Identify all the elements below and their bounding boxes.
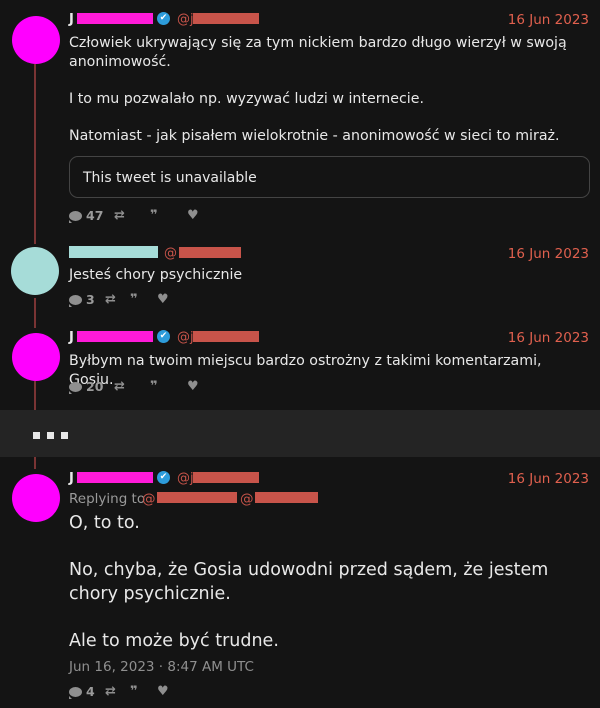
tweet-text: Człowiek ukrywający się za tym nickiem b… <box>69 34 589 145</box>
redacted-display-name <box>77 331 153 342</box>
reply-button[interactable]: 4 <box>69 684 95 699</box>
verified-badge-icon: ✔ <box>157 12 170 25</box>
redacted-handle <box>179 247 241 258</box>
replying-to: Replying to @ @ <box>69 491 318 507</box>
verified-badge-icon: ✔ <box>157 471 170 484</box>
verified-badge-icon: ✔ <box>157 330 170 343</box>
replying-handle[interactable]: @ <box>240 491 254 507</box>
tweet-date[interactable]: 16 Jun 2023 <box>508 471 589 487</box>
tweet-paragraph: O, to to. <box>69 513 140 533</box>
redacted-handle <box>193 331 259 342</box>
reply-button[interactable]: 20 <box>69 379 103 394</box>
thread-line <box>34 457 36 469</box>
reply-count: 47 <box>86 208 104 223</box>
redacted-handle <box>255 492 318 503</box>
reply-count: 3 <box>86 292 95 307</box>
redacted-handle <box>157 492 237 503</box>
tweet-paragraph: Byłbym na twoim miejscu bardzo ostrożny … <box>69 353 542 388</box>
comment-bubble-icon <box>69 210 82 223</box>
display-name-initial[interactable]: J <box>69 471 74 486</box>
avatar[interactable] <box>12 474 60 522</box>
tweet-text: O, to to. No, chyba, że Gosia udowodni p… <box>69 512 589 653</box>
comment-bubble-icon <box>69 294 82 307</box>
tweet-text: Byłbym na twoim miejscu bardzo ostrożny … <box>69 352 589 389</box>
replying-label: Replying to <box>69 491 146 507</box>
retweet-icon[interactable]: ⇄ <box>114 208 125 223</box>
tweet-timestamp[interactable]: Jun 16, 2023 · 8:47 AM UTC <box>69 659 254 675</box>
handle[interactable]: @j <box>177 12 194 27</box>
redacted-display-name <box>69 246 158 258</box>
redacted-handle <box>193 472 259 483</box>
heart-icon[interactable]: ♥ <box>157 684 169 699</box>
retweet-icon[interactable]: ⇄ <box>114 379 125 394</box>
thread-line <box>34 64 36 244</box>
reply-count: 20 <box>86 379 104 394</box>
comment-bubble-icon <box>69 686 82 699</box>
heart-icon[interactable]: ♥ <box>157 292 169 307</box>
retweet-icon[interactable]: ⇄ <box>105 292 116 307</box>
show-more-replies[interactable] <box>0 410 600 457</box>
handle[interactable]: @ <box>164 246 177 261</box>
avatar[interactable] <box>12 16 60 64</box>
tweet-date[interactable]: 16 Jun 2023 <box>508 330 589 346</box>
reply-count: 4 <box>86 684 95 699</box>
avatar[interactable] <box>11 247 59 295</box>
comment-bubble-icon <box>69 381 82 394</box>
tweet-text: Jesteś chory psychicznie <box>69 266 589 285</box>
tweet-paragraph: Natomiast - jak pisałem wielokrotnie - a… <box>69 127 560 144</box>
heart-icon[interactable]: ♥ <box>187 208 199 223</box>
quoted-tweet-text: This tweet is unavailable <box>83 170 257 186</box>
thread-line <box>34 298 36 328</box>
tweet-paragraph: No, chyba, że Gosia udowodni przed sądem… <box>69 560 549 604</box>
tweet-date[interactable]: 16 Jun 2023 <box>508 246 589 262</box>
reply-button[interactable]: 47 <box>69 208 103 223</box>
quote-icon[interactable]: ❞ <box>130 684 138 699</box>
redacted-display-name <box>77 472 153 483</box>
redacted-display-name <box>77 13 153 24</box>
quote-icon[interactable]: ❞ <box>130 292 138 307</box>
redacted-handle <box>193 13 259 24</box>
thread-line <box>34 381 36 410</box>
reply-button[interactable]: 3 <box>69 292 95 307</box>
tweet-paragraph: I to mu pozwalało np. wyzywać ludzi w in… <box>69 90 424 107</box>
replying-handle[interactable]: @ <box>142 491 156 507</box>
heart-icon[interactable]: ♥ <box>187 379 199 394</box>
avatar[interactable] <box>12 333 60 381</box>
retweet-icon[interactable]: ⇄ <box>105 684 116 699</box>
quoted-tweet-card[interactable]: This tweet is unavailable <box>69 156 590 198</box>
handle[interactable]: @j <box>177 330 194 345</box>
handle[interactable]: @j <box>177 471 194 486</box>
quote-icon[interactable]: ❞ <box>150 379 158 394</box>
quote-icon[interactable]: ❞ <box>150 208 158 223</box>
more-dots-icon[interactable] <box>33 432 68 439</box>
display-name-initial[interactable]: J <box>69 12 74 27</box>
tweet-date[interactable]: 16 Jun 2023 <box>508 12 589 28</box>
tweet-paragraph: Człowiek ukrywający się za tym nickiem b… <box>69 35 567 70</box>
tweet-paragraph: Ale to może być trudne. <box>69 630 279 651</box>
tweet-paragraph: Jesteś chory psychicznie <box>69 267 243 283</box>
display-name-initial[interactable]: J <box>69 330 74 345</box>
